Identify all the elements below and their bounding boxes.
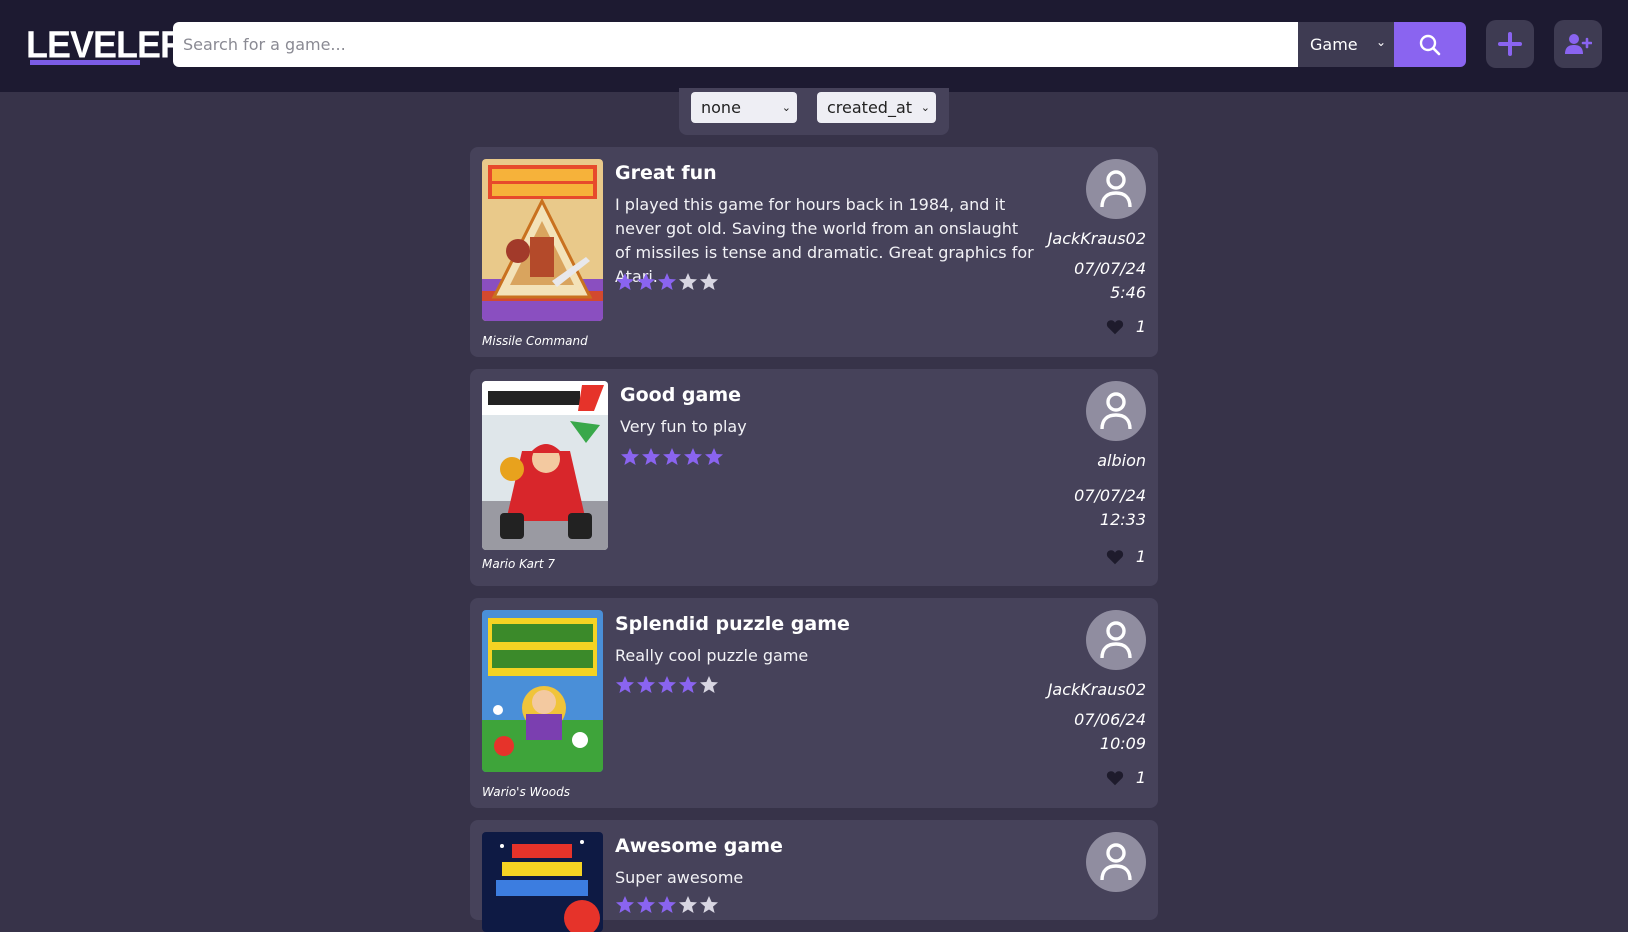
game-name[interactable]: Mario Kart 7	[482, 557, 555, 571]
game-cover-image[interactable]	[482, 610, 603, 772]
star-empty-icon	[700, 676, 718, 693]
star-empty-icon	[700, 896, 718, 913]
chevron-down-icon: ⌄	[920, 101, 930, 114]
review-body: Very fun to play	[620, 417, 747, 436]
review-card[interactable]: Wario's Woods Splendid puzzle game Reall…	[470, 598, 1158, 808]
review-date: 07/06/24	[1074, 710, 1146, 729]
star-rating	[615, 895, 719, 915]
plus-icon	[1498, 32, 1522, 56]
review-time: 5:46	[1110, 283, 1146, 302]
add-user-button[interactable]	[1554, 20, 1602, 68]
star-filled-icon	[705, 448, 723, 465]
search-input[interactable]	[173, 22, 1298, 67]
star-empty-icon	[679, 273, 697, 290]
user-avatar[interactable]	[1086, 610, 1146, 670]
star-filled-icon	[621, 448, 639, 465]
chevron-down-icon: ⌄	[1375, 35, 1386, 49]
like-button[interactable]: 1	[1106, 317, 1146, 336]
review-username[interactable]: albion	[1097, 451, 1146, 470]
sort-select-value: created_at	[827, 98, 913, 117]
user-icon	[1100, 843, 1132, 881]
search-icon	[1419, 34, 1441, 55]
filter-panel: none ⌄ created_at ⌄	[679, 88, 949, 135]
heart-icon	[1106, 770, 1123, 785]
chevron-down-icon: ⌄	[781, 101, 791, 114]
star-filled-icon	[658, 896, 676, 913]
user-avatar[interactable]	[1086, 832, 1146, 892]
search-button[interactable]	[1394, 22, 1466, 67]
review-date: 07/07/24	[1074, 259, 1146, 278]
heart-icon	[1106, 549, 1123, 564]
star-filled-icon	[679, 676, 697, 693]
heart-icon	[1106, 319, 1123, 334]
like-count: 1	[1135, 317, 1146, 336]
review-card[interactable]: Mario Kart 7 Good game Very fun to play …	[470, 369, 1158, 586]
game-cover-image[interactable]	[482, 381, 608, 550]
top-navigation-bar: LEVELER Game ⌄	[0, 0, 1628, 92]
user-icon	[1100, 392, 1132, 430]
game-name[interactable]: Missile Command	[482, 334, 588, 348]
review-title[interactable]: Great fun	[615, 161, 717, 185]
search-type-select[interactable]: Game ⌄	[1298, 22, 1394, 67]
user-avatar[interactable]	[1086, 381, 1146, 441]
game-name[interactable]: Wario's Woods	[482, 785, 570, 799]
like-button[interactable]: 1	[1106, 768, 1146, 787]
star-filled-icon	[616, 896, 634, 913]
star-empty-icon	[700, 273, 718, 290]
review-title[interactable]: Good game	[620, 383, 741, 407]
user-avatar[interactable]	[1086, 159, 1146, 219]
star-filled-icon	[637, 273, 655, 290]
star-filled-icon	[616, 676, 634, 693]
like-count: 1	[1135, 768, 1146, 787]
search-type-value: Game	[1310, 35, 1358, 54]
sort-select[interactable]: created_at ⌄	[817, 92, 936, 123]
star-filled-icon	[658, 676, 676, 693]
star-filled-icon	[637, 896, 655, 913]
review-title[interactable]: Splendid puzzle game	[615, 612, 850, 636]
user-icon	[1100, 621, 1132, 659]
review-date: 07/07/24	[1074, 486, 1146, 505]
add-user-icon	[1565, 34, 1592, 54]
add-review-button[interactable]	[1486, 20, 1534, 68]
filter-select[interactable]: none ⌄	[691, 92, 797, 123]
star-filled-icon	[658, 273, 676, 290]
user-icon	[1100, 170, 1132, 208]
leveler-logo[interactable]: LEVELER	[26, 23, 186, 65]
game-cover-image[interactable]	[482, 159, 603, 321]
review-body: Super awesome	[615, 868, 744, 887]
filter-select-value: none	[701, 98, 741, 117]
star-filled-icon	[663, 448, 681, 465]
review-card[interactable]: Awesome game Super awesome	[470, 820, 1158, 932]
game-cover-image[interactable]	[482, 832, 603, 932]
star-filled-icon	[616, 273, 634, 290]
star-empty-icon	[679, 896, 697, 913]
like-count: 1	[1135, 547, 1146, 566]
review-card[interactable]: Missile Command Great fun I played this …	[470, 147, 1158, 357]
star-filled-icon	[684, 448, 702, 465]
star-filled-icon	[642, 448, 660, 465]
review-body: Really cool puzzle game	[615, 646, 809, 665]
like-button[interactable]: 1	[1106, 547, 1146, 566]
star-filled-icon	[637, 676, 655, 693]
review-time: 10:09	[1099, 734, 1146, 753]
star-rating	[615, 272, 719, 292]
review-title[interactable]: Awesome game	[615, 834, 783, 858]
review-username[interactable]: JackKraus02	[1048, 229, 1146, 248]
star-rating	[615, 675, 719, 695]
star-rating	[620, 447, 724, 467]
review-username[interactable]: JackKraus02	[1048, 680, 1146, 699]
logo-underline	[30, 60, 140, 65]
review-time: 12:33	[1099, 510, 1146, 529]
